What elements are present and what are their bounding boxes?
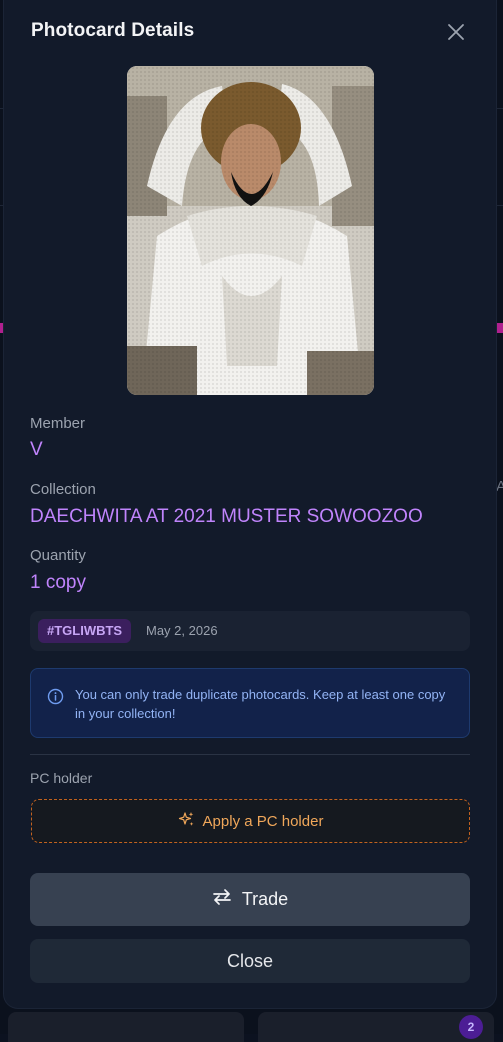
modal-title: Photocard Details bbox=[31, 20, 195, 41]
photocard-meta: #TGLIWBTS May 2, 2026 bbox=[30, 611, 470, 651]
apply-pc-holder-button[interactable]: Apply a PC holder bbox=[31, 799, 470, 843]
pc-holder-label: PC holder bbox=[30, 770, 93, 786]
background-card[interactable] bbox=[8, 1012, 244, 1042]
apply-pc-holder-label: Apply a PC holder bbox=[202, 812, 324, 830]
swap-arrows-icon bbox=[212, 888, 232, 911]
trade-notice: You can only trade duplicate photocards.… bbox=[30, 668, 470, 738]
member-value: V bbox=[30, 439, 43, 460]
hashtag-badge[interactable]: #TGLIWBTS bbox=[38, 619, 132, 643]
sparkles-icon bbox=[178, 811, 195, 832]
photocard-image bbox=[127, 66, 374, 395]
info-icon bbox=[47, 688, 64, 710]
background-text: A bbox=[496, 478, 503, 495]
member-label: Member bbox=[30, 415, 86, 432]
trade-label: Trade bbox=[241, 889, 289, 909]
close-label: Close bbox=[226, 950, 274, 971]
trade-button[interactable]: Trade bbox=[30, 873, 470, 926]
quantity-label: Quantity bbox=[30, 547, 86, 564]
collection-value: DAECHWITA AT 2021 MUSTER SOWOOZOO bbox=[30, 506, 423, 527]
added-date: May 2, 2026 bbox=[146, 623, 218, 638]
collection-label: Collection bbox=[30, 481, 96, 498]
photocard-details-modal: Photocard Details Member V Collection DA… bbox=[4, 0, 496, 1008]
section-divider bbox=[30, 754, 470, 755]
count-badge: 2 bbox=[459, 1015, 483, 1039]
quantity-value: 1 copy bbox=[30, 572, 86, 593]
close-button[interactable]: Close bbox=[30, 939, 470, 983]
close-icon[interactable] bbox=[444, 20, 468, 44]
notice-text: You can only trade duplicate photocards.… bbox=[75, 687, 446, 721]
background-accent bbox=[497, 323, 503, 333]
